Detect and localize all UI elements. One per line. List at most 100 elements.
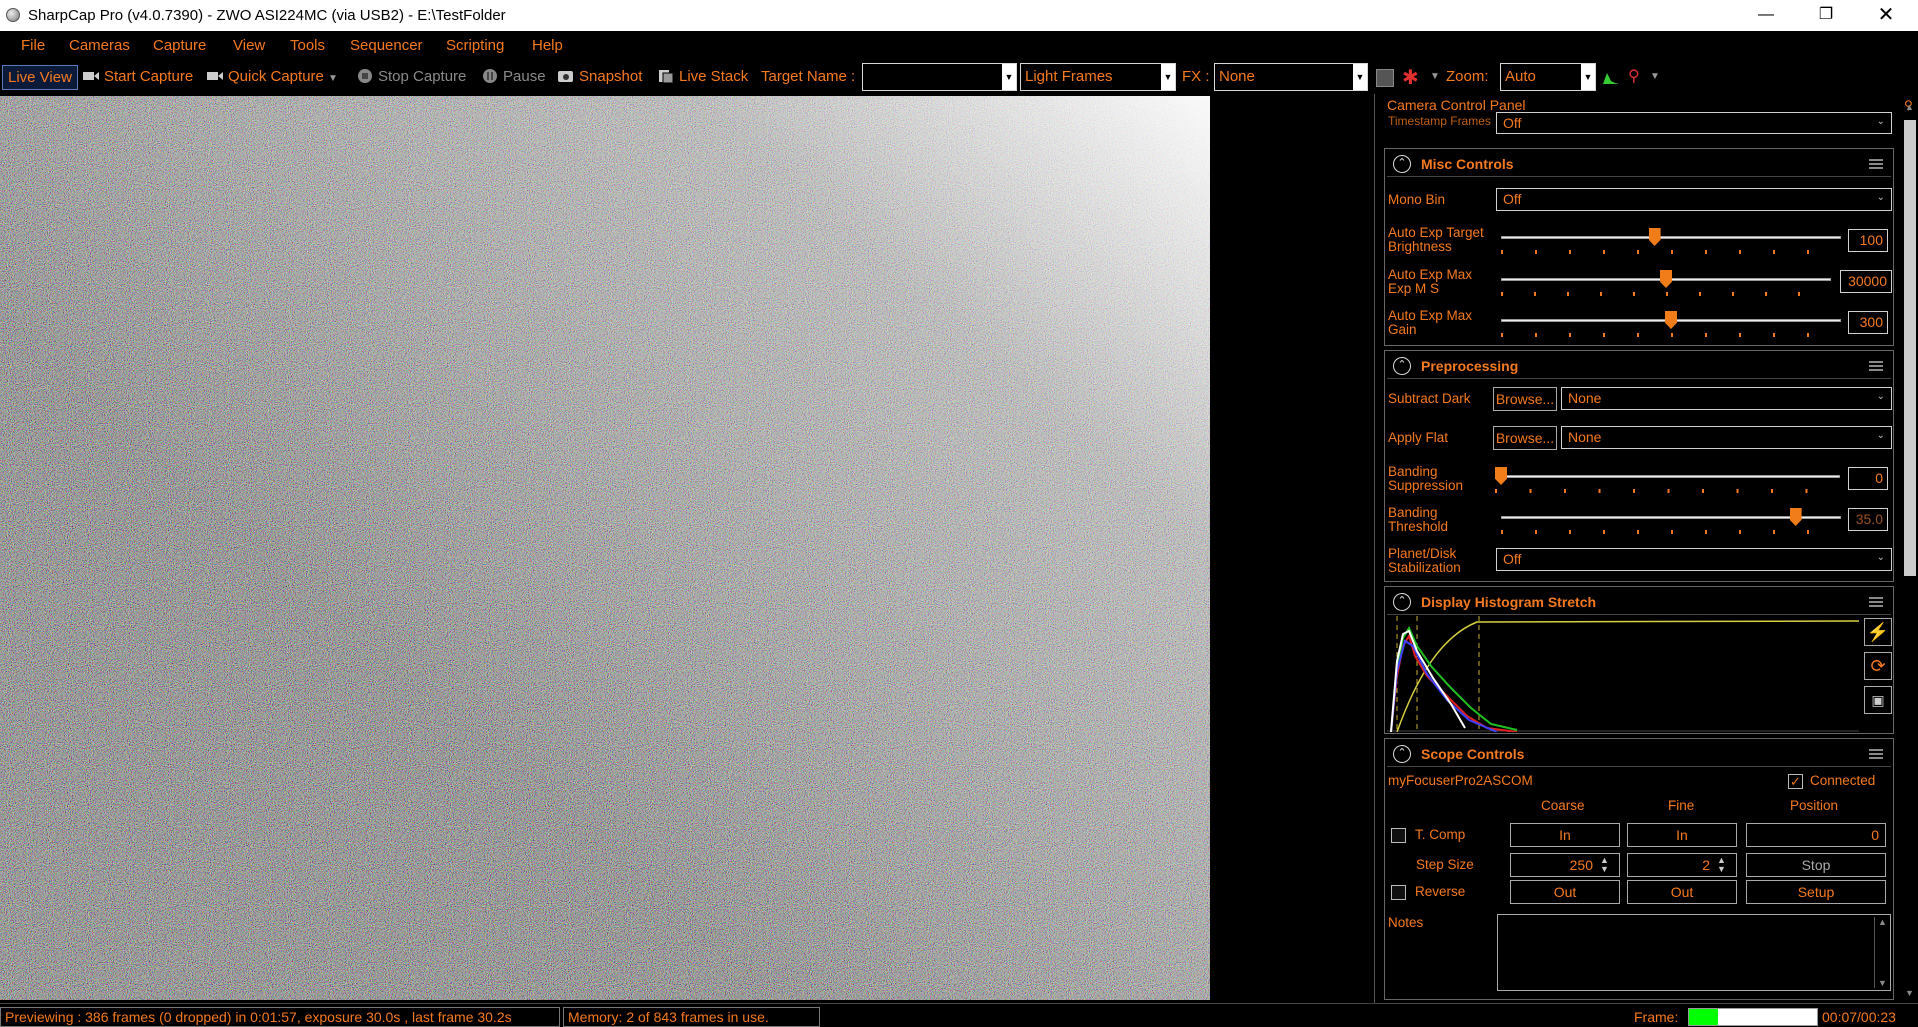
- memory-status: Memory: 2 of 843 frames in use.: [563, 1007, 820, 1027]
- fx-select[interactable]: None ▼: [1214, 63, 1368, 91]
- stepper-icon[interactable]: ▲ ▼: [1717, 856, 1726, 874]
- target-name-combo[interactable]: ▼: [862, 63, 1017, 91]
- fine-out-button[interactable]: Out: [1627, 880, 1737, 904]
- auto-stretch-button[interactable]: ⚡: [1864, 618, 1892, 646]
- section-header[interactable]: ⌃ Scope Controls: [1387, 741, 1891, 767]
- fine-label: Fine: [1668, 798, 1695, 813]
- section-header[interactable]: ⌃ Misc Controls: [1387, 151, 1891, 177]
- tcomp-label: T. Comp: [1415, 827, 1466, 842]
- camera-preview-image[interactable]: [0, 96, 1210, 1000]
- start-capture-button[interactable]: Start Capture: [82, 68, 193, 85]
- menu-cameras[interactable]: Cameras: [69, 37, 130, 54]
- coarse-out-button[interactable]: Out: [1510, 880, 1620, 904]
- menu-tools[interactable]: Tools: [290, 37, 325, 54]
- reticle-toggle-icon[interactable]: [1376, 69, 1394, 87]
- reverse-checkbox[interactable]: [1391, 885, 1406, 900]
- live-stack-button[interactable]: Live Stack: [657, 68, 748, 85]
- focus-target-icon[interactable]: ⚲: [1628, 66, 1640, 86]
- chevron-down-icon: ▼: [1353, 64, 1367, 90]
- position-label: Position: [1790, 798, 1839, 813]
- scroll-up-icon[interactable]: ▲: [1905, 102, 1914, 112]
- dropdown-arrow-icon[interactable]: ▼: [1430, 71, 1440, 82]
- apply-flat-label: Apply Flat: [1388, 430, 1449, 445]
- flat-frame-select[interactable]: None ⌄: [1561, 426, 1892, 449]
- target-name-label: Target Name :: [761, 68, 856, 85]
- notes-scrollbar[interactable]: ▲ ▼: [1874, 917, 1888, 988]
- collapse-icon[interactable]: ⌃: [1393, 155, 1411, 173]
- preview-margin: [1210, 96, 1374, 1000]
- quick-capture-button[interactable]: Quick Capture ▼: [206, 68, 338, 85]
- menu-capture[interactable]: Capture: [153, 37, 206, 54]
- snapshot-button[interactable]: Snapshot: [557, 68, 642, 85]
- panel-scrollbar[interactable]: ▲ ▼: [1902, 102, 1918, 1000]
- title-bar: SharpCap Pro (v4.0.7390) - ZWO ASI224MC …: [0, 0, 1918, 31]
- collapse-icon[interactable]: ⌃: [1393, 745, 1411, 763]
- scroll-thumb[interactable]: [1904, 120, 1916, 576]
- camera-icon: [558, 71, 573, 82]
- position-field[interactable]: 0: [1746, 823, 1886, 847]
- stop-capture-button[interactable]: Stop Capture: [356, 68, 466, 85]
- menu-view[interactable]: View: [233, 37, 265, 54]
- auto-exp-target-value[interactable]: 100: [1848, 229, 1888, 252]
- auto-exp-target-slider[interactable]: [1501, 228, 1841, 254]
- app-logo-icon: [6, 8, 20, 22]
- section-header[interactable]: ⌃ Display Histogram Stretch: [1387, 589, 1891, 615]
- tcomp-checkbox[interactable]: [1391, 828, 1406, 843]
- dropdown-arrow-icon[interactable]: ▼: [1650, 71, 1660, 82]
- lightning-icon: ⚡: [1866, 622, 1890, 642]
- auto-exp-max-gain-slider[interactable]: [1501, 311, 1841, 337]
- histogram-icon[interactable]: [1602, 69, 1620, 85]
- menu-file[interactable]: File: [21, 37, 45, 54]
- menu-help[interactable]: Help: [532, 37, 563, 54]
- close-button[interactable]: ✕: [1856, 0, 1916, 31]
- menu-scripting[interactable]: Scripting: [446, 37, 504, 54]
- dark-frame-select[interactable]: None ⌄: [1561, 387, 1892, 410]
- chevron-down-icon: ⌄: [1876, 192, 1885, 203]
- stop-icon: [358, 69, 372, 83]
- collapse-icon[interactable]: ⌃: [1393, 357, 1411, 375]
- mono-bin-select[interactable]: Off ⌄: [1496, 188, 1892, 211]
- banding-suppression-slider[interactable]: [1495, 467, 1840, 493]
- live-view-button[interactable]: Live View: [2, 65, 78, 90]
- crosshair-icon[interactable]: ✱: [1402, 65, 1419, 90]
- stepper-icon[interactable]: ▲ ▼: [1600, 856, 1609, 874]
- histogram-chart[interactable]: [1387, 616, 1859, 732]
- fine-in-button[interactable]: In: [1627, 823, 1737, 847]
- connected-label: Connected: [1810, 773, 1876, 788]
- section-header[interactable]: ⌃ Preprocessing: [1387, 353, 1891, 379]
- collapse-icon[interactable]: ⌃: [1393, 593, 1411, 611]
- banding-threshold-value[interactable]: 35.0: [1848, 508, 1888, 531]
- frame-type-select[interactable]: Light Frames ▼: [1020, 63, 1176, 91]
- reset-icon: ⟳: [1870, 656, 1886, 676]
- menu-icon[interactable]: [1869, 749, 1883, 759]
- restore-button[interactable]: ❐: [1796, 0, 1856, 31]
- auto-exp-max-ms-slider[interactable]: [1501, 270, 1831, 296]
- banding-suppression-value[interactable]: 0: [1848, 467, 1888, 490]
- connected-checkbox[interactable]: ✓: [1788, 774, 1803, 789]
- panel-title: Camera Control Panel: [1387, 97, 1526, 113]
- focuser-setup-button[interactable]: Setup: [1746, 880, 1886, 904]
- timestamp-select[interactable]: Off ⌄: [1496, 112, 1892, 134]
- auto-exp-max-gain-value[interactable]: 300: [1848, 311, 1888, 334]
- menu-icon[interactable]: [1869, 597, 1883, 607]
- stop-focuser-button[interactable]: Stop: [1746, 853, 1886, 877]
- banding-threshold-slider[interactable]: [1501, 508, 1841, 534]
- auto-exp-max-ms-value[interactable]: 30000: [1840, 270, 1892, 293]
- minimize-button[interactable]: —: [1736, 0, 1796, 31]
- pause-button[interactable]: Pause: [481, 68, 546, 85]
- reset-stretch-button[interactable]: ⟳: [1864, 652, 1892, 680]
- zoom-select[interactable]: Auto ▼: [1500, 63, 1596, 91]
- dropdown-arrow-icon[interactable]: ▼: [328, 73, 338, 84]
- save-stretch-button[interactable]: ▣: [1864, 686, 1892, 714]
- menu-icon[interactable]: [1869, 159, 1883, 169]
- chevron-down-icon: ▼: [1581, 64, 1595, 90]
- menu-sequencer[interactable]: Sequencer: [350, 37, 423, 54]
- pause-icon: [483, 69, 497, 83]
- browse-dark-button[interactable]: Browse...: [1493, 387, 1557, 411]
- notes-textarea[interactable]: ▲ ▼: [1497, 914, 1891, 991]
- coarse-in-button[interactable]: In: [1510, 823, 1620, 847]
- menu-icon[interactable]: [1869, 361, 1883, 371]
- planet-stabilization-select[interactable]: Off ⌄: [1496, 548, 1892, 571]
- browse-flat-button[interactable]: Browse...: [1493, 426, 1557, 450]
- scroll-down-icon[interactable]: ▼: [1905, 988, 1914, 998]
